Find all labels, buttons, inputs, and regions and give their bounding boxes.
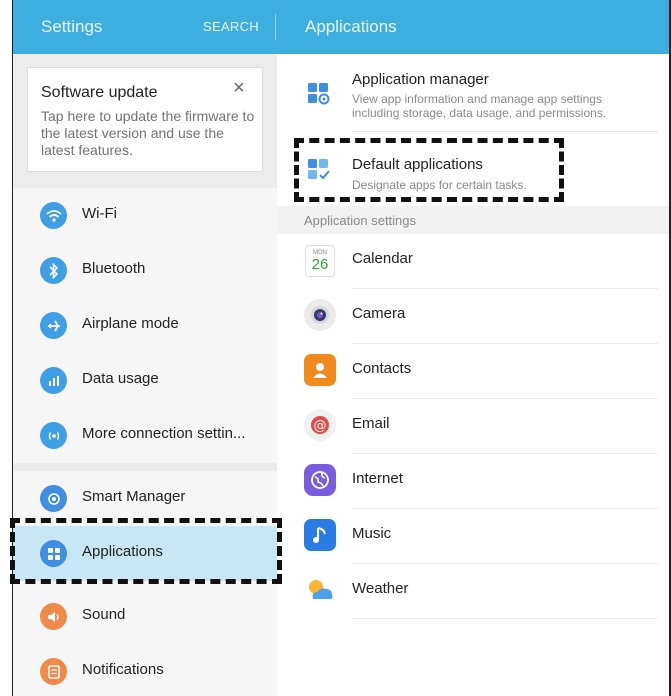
contacts-icon: [304, 354, 336, 386]
app-manager-subtitle: View app information and manage app sett…: [352, 92, 607, 120]
sidebar-item-airplane-mode[interactable]: Airplane mode: [13, 298, 277, 353]
page-title: Applications: [305, 17, 397, 36]
default-apps-title: Default applications: [352, 156, 483, 173]
sidebar-item-label: Data usage: [82, 370, 159, 387]
sidebar-item-more-connection[interactable]: More connection settin...: [13, 408, 277, 463]
search-button[interactable]: SEARCH: [203, 19, 259, 34]
divider: [352, 618, 658, 619]
applications-panel: Application manager View app information…: [277, 54, 669, 696]
default-applications-row[interactable]: Default applications Designate apps for …: [277, 132, 669, 206]
wifi-icon: [40, 202, 67, 229]
app-label: Internet: [352, 470, 403, 487]
app-manager-icon: [307, 82, 330, 105]
sidebar-item-label: Sound: [82, 606, 126, 623]
settings-title: Settings: [41, 17, 103, 36]
smart-manager-icon: [40, 485, 67, 512]
application-manager-row[interactable]: Application manager View app information…: [277, 54, 669, 132]
sidebar-item-smart-manager[interactable]: Smart Manager: [13, 471, 277, 526]
sidebar-item-wifi[interactable]: Wi-Fi: [13, 188, 277, 243]
data-usage-icon: [40, 367, 67, 394]
bluetooth-icon: [40, 257, 67, 284]
airplane-icon: [40, 312, 67, 339]
settings-sidebar: Software update Tap here to update the f…: [13, 54, 277, 696]
connections-group: Wi-Fi Bluetooth Airplane mode Data usage: [13, 188, 277, 463]
app-row-music[interactable]: Music: [277, 509, 669, 564]
app-label: Weather: [352, 580, 409, 597]
sidebar-item-data-usage[interactable]: Data usage: [13, 353, 277, 408]
settings-window: Settings SEARCH Applications Software up…: [13, 0, 669, 696]
header-divider: [275, 14, 276, 40]
software-update-card[interactable]: Software update Tap here to update the f…: [27, 67, 263, 172]
app-label: Contacts: [352, 360, 412, 377]
default-apps-icon: [307, 158, 330, 180]
sound-icon: [40, 603, 67, 630]
software-update-title: Software update: [41, 84, 158, 101]
device-group: Smart Manager Applications Sound Notific…: [13, 471, 277, 696]
calendar-icon: MON 26: [305, 245, 335, 277]
sidebar-item-label: Applications: [82, 543, 163, 560]
software-update-text: Tap here to update the firmware to the l…: [41, 108, 255, 158]
app-row-calendar[interactable]: MON 26 Calendar: [277, 234, 669, 289]
sidebar-item-label: Notifications: [82, 661, 164, 678]
svg-text:@: @: [314, 419, 327, 434]
app-row-contacts[interactable]: Contacts: [277, 344, 669, 399]
app-label: Email: [352, 415, 390, 432]
app-row-internet[interactable]: Internet: [277, 454, 669, 509]
sidebar-item-notifications[interactable]: Notifications: [13, 644, 277, 696]
default-apps-subtitle: Designate apps for certain tasks.: [352, 178, 527, 192]
sidebar-item-bluetooth[interactable]: Bluetooth: [13, 243, 277, 298]
app-label: Music: [352, 525, 392, 542]
app-label: Camera: [352, 305, 406, 322]
close-icon[interactable]: ×: [233, 78, 245, 98]
email-icon: @: [304, 409, 336, 441]
sidebar-item-label: Wi-Fi: [82, 205, 117, 222]
top-bar: Settings SEARCH Applications: [13, 0, 669, 54]
application-settings-header: Application settings: [277, 206, 669, 234]
app-label: Calendar: [352, 250, 413, 267]
section-title: Application settings: [304, 213, 417, 228]
sidebar-item-label: More connection settin...: [82, 425, 246, 442]
sidebar-item-sound[interactable]: Sound: [13, 589, 277, 644]
app-row-email[interactable]: @ Email: [277, 399, 669, 454]
connection-icon: [40, 422, 67, 449]
music-icon: [304, 519, 336, 551]
internet-icon: [304, 464, 336, 496]
calendar-date-label: 26: [311, 255, 329, 273]
sidebar-item-label: Airplane mode: [82, 315, 179, 332]
applications-icon: [40, 540, 67, 567]
sidebar-item-label: Smart Manager: [82, 488, 186, 505]
sidebar-item-label: Bluetooth: [82, 260, 146, 277]
sidebar-item-applications[interactable]: Applications: [13, 526, 277, 581]
notifications-icon: [40, 658, 67, 685]
app-row-weather[interactable]: Weather: [277, 564, 669, 619]
weather-icon: [304, 574, 336, 606]
app-row-camera[interactable]: Camera: [277, 289, 669, 344]
camera-icon: [304, 299, 336, 331]
app-manager-title: Application manager: [352, 71, 489, 88]
